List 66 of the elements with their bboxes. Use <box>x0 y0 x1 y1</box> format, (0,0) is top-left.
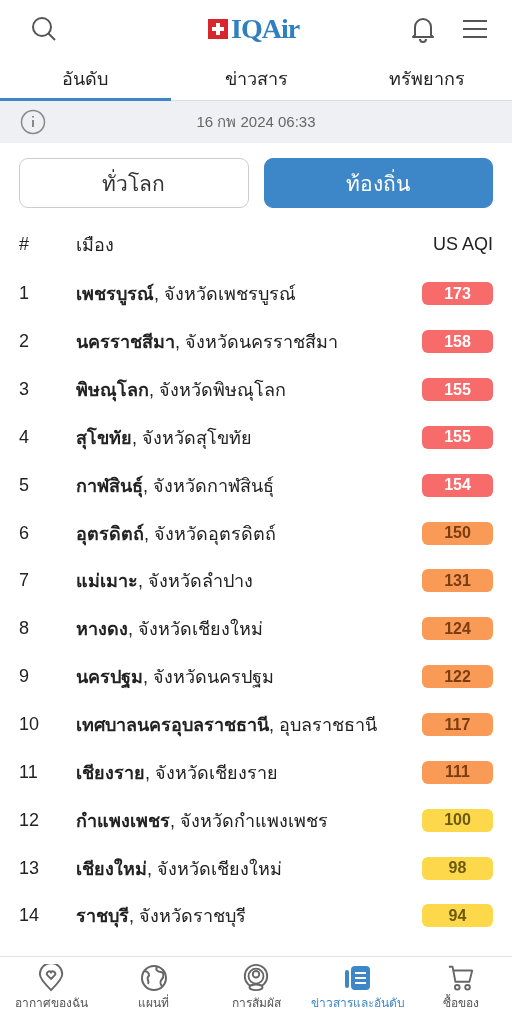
aqi-badge: 154 <box>422 473 493 497</box>
city-name[interactable]: เพชรบูรณ์, จังหวัดเพชรบูรณ์ <box>76 279 422 309</box>
aqi-badge: 111 <box>422 760 493 784</box>
aqi-badge: 98 <box>422 856 493 880</box>
newspaper-icon <box>345 964 372 992</box>
column-header: # <box>19 233 30 255</box>
info-icon[interactable] <box>20 109 46 135</box>
aqi-badge: 131 <box>422 569 493 593</box>
timestamp: 16 กพ 2024 06:33 <box>195 112 317 132</box>
rank-number: 1 <box>19 283 30 305</box>
rank-number: 8 <box>19 618 30 640</box>
swiss-cross-icon <box>208 19 228 39</box>
aqi-badge: 150 <box>422 521 493 545</box>
rank-number: 13 <box>19 857 41 879</box>
city-name[interactable]: พิษณุโลก, จังหวัดพิษณุโลก <box>76 375 422 405</box>
city-name[interactable]: นครราชสีมา, จังหวัดนครราชสีมา <box>76 327 422 357</box>
tab[interactable]: ข่าวสาร <box>170 58 342 101</box>
city-name[interactable]: นครปฐม, จังหวัดนครปฐม <box>76 662 422 692</box>
rank-number: 9 <box>19 666 30 688</box>
rank-number: 4 <box>19 426 30 448</box>
heart-pin-icon <box>38 964 65 992</box>
aqi-badge: 173 <box>422 282 493 306</box>
aqi-badge: 155 <box>422 425 493 449</box>
city-name[interactable]: อุตรดิตถ์, จังหวัดอุตรดิตถ์ <box>76 518 422 548</box>
rank-number: 5 <box>19 474 30 496</box>
rank-number: 14 <box>19 905 41 927</box>
toggle-button[interactable]: ทั่วโลก <box>19 158 249 208</box>
rank-number: 11 <box>19 761 39 783</box>
aqi-badge: 155 <box>422 378 493 402</box>
city-name[interactable]: เชียงราย, จังหวัดเชียงราย <box>76 757 422 787</box>
nav-item[interactable]: การสัมผัส <box>204 964 308 1024</box>
rank-number: 12 <box>19 809 41 831</box>
city-name[interactable]: เทศบาลนครอุบลราชธานี, อุบลราชธานี <box>76 710 422 739</box>
globe-icon <box>139 964 168 992</box>
aqi-badge: 122 <box>422 665 493 689</box>
rank-number: 7 <box>19 570 30 592</box>
rank-number: 10 <box>19 714 41 735</box>
aqi-badge: 124 <box>422 617 493 641</box>
bell-icon[interactable] <box>410 15 436 43</box>
nav-item[interactable]: ข่าวสารและอันดับ <box>307 964 410 1024</box>
nav-item[interactable]: ซื้อของ <box>409 964 512 1024</box>
menu-icon[interactable] <box>462 19 488 39</box>
city-name[interactable]: กำแพงเพชร, จังหวัดกำแพงเพชร <box>76 805 422 835</box>
cart-icon <box>446 964 475 992</box>
nav-item[interactable]: แผนที่ <box>102 964 205 1024</box>
person-target-icon <box>242 964 270 992</box>
city-name[interactable]: สุโขทัย, จังหวัดสุโขทัย <box>76 422 422 452</box>
city-name[interactable]: ราชบุรี, จังหวัดราชบุรี <box>76 901 422 931</box>
city-name[interactable]: หางดง, จังหวัดเชียงใหม่ <box>76 614 422 644</box>
rank-number: 6 <box>19 522 30 544</box>
tab[interactable]: ทรัพยากร <box>341 58 512 101</box>
column-header: US AQI <box>432 233 493 255</box>
city-name[interactable]: แม่เมาะ, จังหวัดลำปาง <box>76 566 422 596</box>
aqi-badge: 117 <box>422 713 493 736</box>
rank-number: 3 <box>19 379 30 401</box>
toggle-button[interactable]: ท้องถิ่น <box>263 158 493 208</box>
search-icon[interactable] <box>30 15 58 43</box>
city-name[interactable]: เชียงใหม่, จังหวัดเชียงใหม่ <box>76 853 422 883</box>
rank-number: 2 <box>19 331 30 353</box>
aqi-badge: 100 <box>422 808 493 832</box>
aqi-badge: 158 <box>422 330 493 354</box>
column-header: เมือง <box>76 233 115 257</box>
nav-item[interactable]: อากาศของฉัน <box>0 964 103 1024</box>
aqi-badge: 94 <box>422 904 493 928</box>
city-name[interactable]: กาฬสินธุ์, จังหวัดกาฬสินธุ์ <box>76 470 422 500</box>
logo-text: IQAir <box>231 13 300 45</box>
